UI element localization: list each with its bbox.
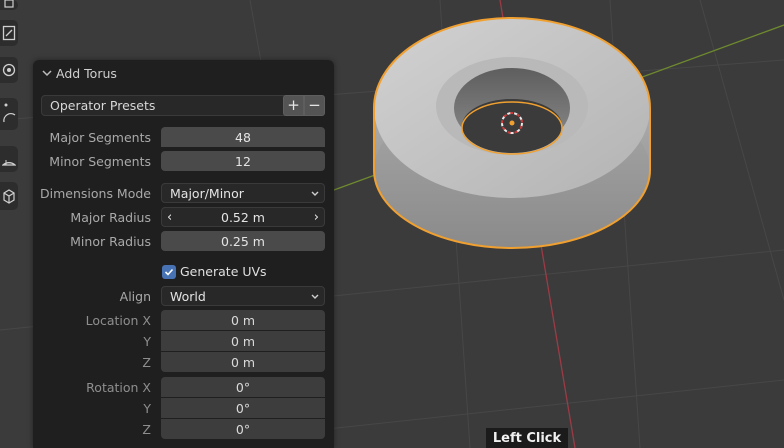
rotation-y-label: Y <box>143 401 151 416</box>
rotation-x-value: 0° <box>235 379 251 395</box>
chevron-down-icon <box>311 294 319 299</box>
rotation-x-label: Rotation X <box>86 380 151 395</box>
minor-segments-label: Minor Segments <box>49 154 151 169</box>
dimensions-mode-value: Major/Minor <box>170 185 244 201</box>
location-y-field[interactable]: 0 m <box>161 331 325 351</box>
generate-uvs-label[interactable]: Generate UVs <box>180 264 267 279</box>
minor-radius-field[interactable]: 0.25 m <box>161 231 325 251</box>
rotation-z-field[interactable]: 0° <box>161 419 325 439</box>
operator-presets-label: Operator Presets <box>50 98 156 113</box>
rotation-y-value: 0° <box>235 400 251 416</box>
location-z-label: Z <box>142 355 151 370</box>
transform-icon[interactable] <box>0 0 18 10</box>
dimensions-mode-dropdown[interactable]: Major/Minor <box>161 183 325 203</box>
align-value: World <box>170 288 206 304</box>
align-dropdown[interactable]: World <box>161 286 325 306</box>
location-x-label: Location X <box>85 313 151 328</box>
location-z-field[interactable]: 0 m <box>161 352 325 372</box>
remove-preset-button[interactable]: − <box>304 95 325 116</box>
keypress-overlay: Left Click <box>485 427 569 448</box>
rotation-z-label: Z <box>142 422 151 437</box>
major-segments-value: 48 <box>235 129 251 145</box>
plus-icon: + <box>287 96 300 114</box>
chevron-down-icon <box>311 191 319 196</box>
location-y-label: Y <box>143 334 151 349</box>
add-preset-button[interactable]: + <box>283 95 304 116</box>
rotation-y-field[interactable]: 0° <box>161 398 325 418</box>
align-label: Align <box>119 289 151 304</box>
annotate-icon[interactable] <box>0 20 18 46</box>
dimensions-mode-label: Dimensions Mode <box>40 186 151 201</box>
major-radius-value: 0.52 m <box>221 209 265 225</box>
checkmark-icon <box>164 268 174 276</box>
location-z-value: 0 m <box>230 354 256 370</box>
chevron-down-icon[interactable] <box>41 67 53 79</box>
panel-header[interactable]: Add Torus <box>33 60 334 88</box>
rotation-z-value: 0° <box>235 421 251 437</box>
rotation-x-field[interactable]: 0° <box>161 377 325 397</box>
minor-radius-value: 0.25 m <box>221 233 265 249</box>
major-segments-label: Major Segments <box>49 130 151 145</box>
generate-uvs-checkbox[interactable] <box>162 265 176 279</box>
add-cube-icon[interactable] <box>0 182 18 210</box>
minor-radius-label: Minor Radius <box>70 234 151 249</box>
add-torus-panel: Add Torus Operator Presets + − Major Seg… <box>33 60 334 448</box>
major-radius-field[interactable]: ‹ 0.52 m › <box>161 207 325 227</box>
major-segments-field[interactable]: 48 <box>161 127 325 147</box>
major-radius-label: Major Radius <box>70 210 151 225</box>
measure-icon[interactable] <box>0 57 18 83</box>
location-x-value: 0 m <box>230 312 256 328</box>
increment-arrow-icon[interactable]: › <box>314 210 319 225</box>
decrement-arrow-icon[interactable]: ‹ <box>167 210 172 225</box>
minus-icon: − <box>308 96 321 114</box>
minor-segments-value: 12 <box>235 153 251 169</box>
cursor-icon[interactable] <box>0 146 18 172</box>
location-y-value: 0 m <box>230 333 256 349</box>
rotate-icon[interactable] <box>0 98 18 130</box>
minor-segments-field[interactable]: 12 <box>161 151 325 171</box>
location-x-field[interactable]: 0 m <box>161 310 325 330</box>
panel-title: Add Torus <box>56 66 117 81</box>
operator-presets-dropdown[interactable]: Operator Presets <box>41 95 313 116</box>
